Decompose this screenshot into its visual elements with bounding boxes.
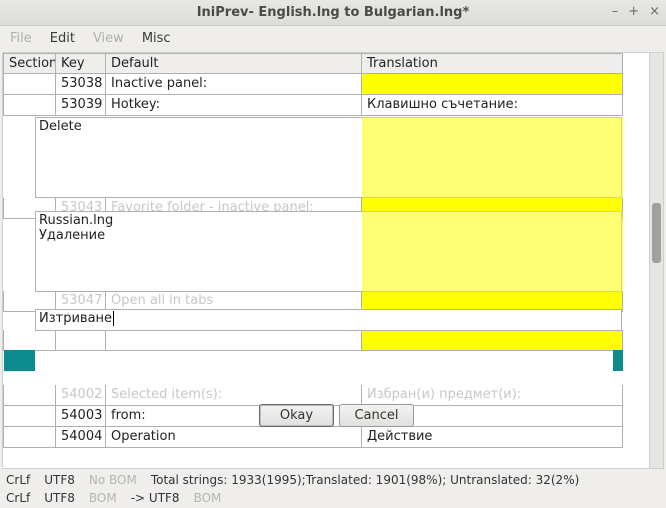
popup-highlight-2 <box>362 211 623 292</box>
popup-suggestion-1-text: Delete <box>39 119 82 134</box>
window-controls: – + × <box>612 4 660 19</box>
cell-section <box>3 427 56 448</box>
cell-default: Inactive panel: <box>106 74 362 95</box>
col-translation[interactable]: Translation <box>362 53 623 74</box>
scrollbar-thumb[interactable] <box>652 203 661 263</box>
translation-edit-text: Изтриване <box>39 311 112 326</box>
col-key[interactable]: Key <box>56 53 106 74</box>
menubar: File Edit View Misc <box>0 26 666 50</box>
cell-translation[interactable] <box>362 74 623 95</box>
cell-section <box>3 385 56 406</box>
row-selection-marker-right <box>613 350 623 371</box>
status-summary: Total strings: 1933(1995);Translated: 19… <box>151 473 579 487</box>
cell-translation[interactable]: Избран(и) предмет(и): <box>362 385 623 406</box>
cell-default: Selected item(s): <box>106 385 362 406</box>
cell-translation[interactable]: Действие <box>362 427 623 448</box>
cell-key: 54002 <box>56 385 106 406</box>
table-row[interactable]: 54004 Operation Действие <box>3 427 623 448</box>
titlebar[interactable]: IniPrev- English.lng to Bulgarian.lng* –… <box>0 0 666 26</box>
cell-translation[interactable]: Клавишно съчетание: <box>362 95 623 116</box>
client-area: Section Key Default Translation 53038 In… <box>2 52 664 469</box>
cell-section <box>3 330 56 351</box>
statusbar-line-1: CrLf UTF8 No BOM Total strings: 1933(199… <box>0 471 666 488</box>
status-bom-2a: BOM <box>89 491 117 505</box>
table-row[interactable]: 54002 Selected item(s): Избран(и) предме… <box>3 385 623 406</box>
cell-key: 54003 <box>56 406 106 427</box>
okay-button[interactable]: Okay <box>259 404 334 427</box>
minimize-button[interactable]: – <box>612 4 619 19</box>
grid-viewport[interactable]: Section Key Default Translation 53038 In… <box>3 53 649 468</box>
cell-default <box>106 330 362 351</box>
cancel-button[interactable]: Cancel <box>339 404 414 427</box>
menu-misc[interactable]: Misc <box>142 31 171 46</box>
cell-section <box>3 74 56 95</box>
status-encoding-arrow: -> UTF8 <box>131 491 180 505</box>
status-bom-1: No BOM <box>89 473 137 487</box>
grid-header-row: Section Key Default Translation <box>3 53 623 74</box>
status-bom-2b: BOM <box>194 491 222 505</box>
table-row[interactable]: 53039 Hotkey: Клавишно съчетание: <box>3 95 623 116</box>
popup-highlight-1 <box>362 117 623 198</box>
cell-key: 54004 <box>56 427 106 448</box>
translation-edit-box[interactable]: Изтриване <box>35 309 622 331</box>
cell-section <box>3 95 56 116</box>
maximize-button[interactable]: + <box>628 4 639 19</box>
col-section[interactable]: Section <box>3 53 56 74</box>
cell-key: 53039 <box>56 95 106 116</box>
status-encoding-1: UTF8 <box>44 473 75 487</box>
table-row[interactable]: 53038 Inactive panel: <box>3 74 623 95</box>
menu-view[interactable]: View <box>93 31 124 46</box>
status-lineend-2: CrLf <box>6 491 30 505</box>
row-selection-marker-left <box>4 350 35 371</box>
cell-key <box>56 330 106 351</box>
menu-edit[interactable]: Edit <box>50 31 75 46</box>
menu-file[interactable]: File <box>10 31 32 46</box>
statusbar-line-2: CrLf UTF8 BOM -> UTF8 BOM <box>0 488 666 508</box>
cell-default: Hotkey: <box>106 95 362 116</box>
cell-section <box>3 406 56 427</box>
status-encoding-2: UTF8 <box>44 491 75 505</box>
cell-default: Operation <box>106 427 362 448</box>
cell-key: 53038 <box>56 74 106 95</box>
app-window: IniPrev- English.lng to Bulgarian.lng* –… <box>0 0 666 508</box>
cell-translation[interactable] <box>362 330 623 351</box>
table-row[interactable] <box>3 330 623 351</box>
text-caret <box>113 311 114 326</box>
close-button[interactable]: × <box>649 4 660 19</box>
window-title: IniPrev- English.lng to Bulgarian.lng* <box>0 5 666 20</box>
col-default[interactable]: Default <box>106 53 362 74</box>
vertical-scrollbar[interactable] <box>649 53 663 468</box>
status-lineend-1: CrLf <box>6 473 30 487</box>
